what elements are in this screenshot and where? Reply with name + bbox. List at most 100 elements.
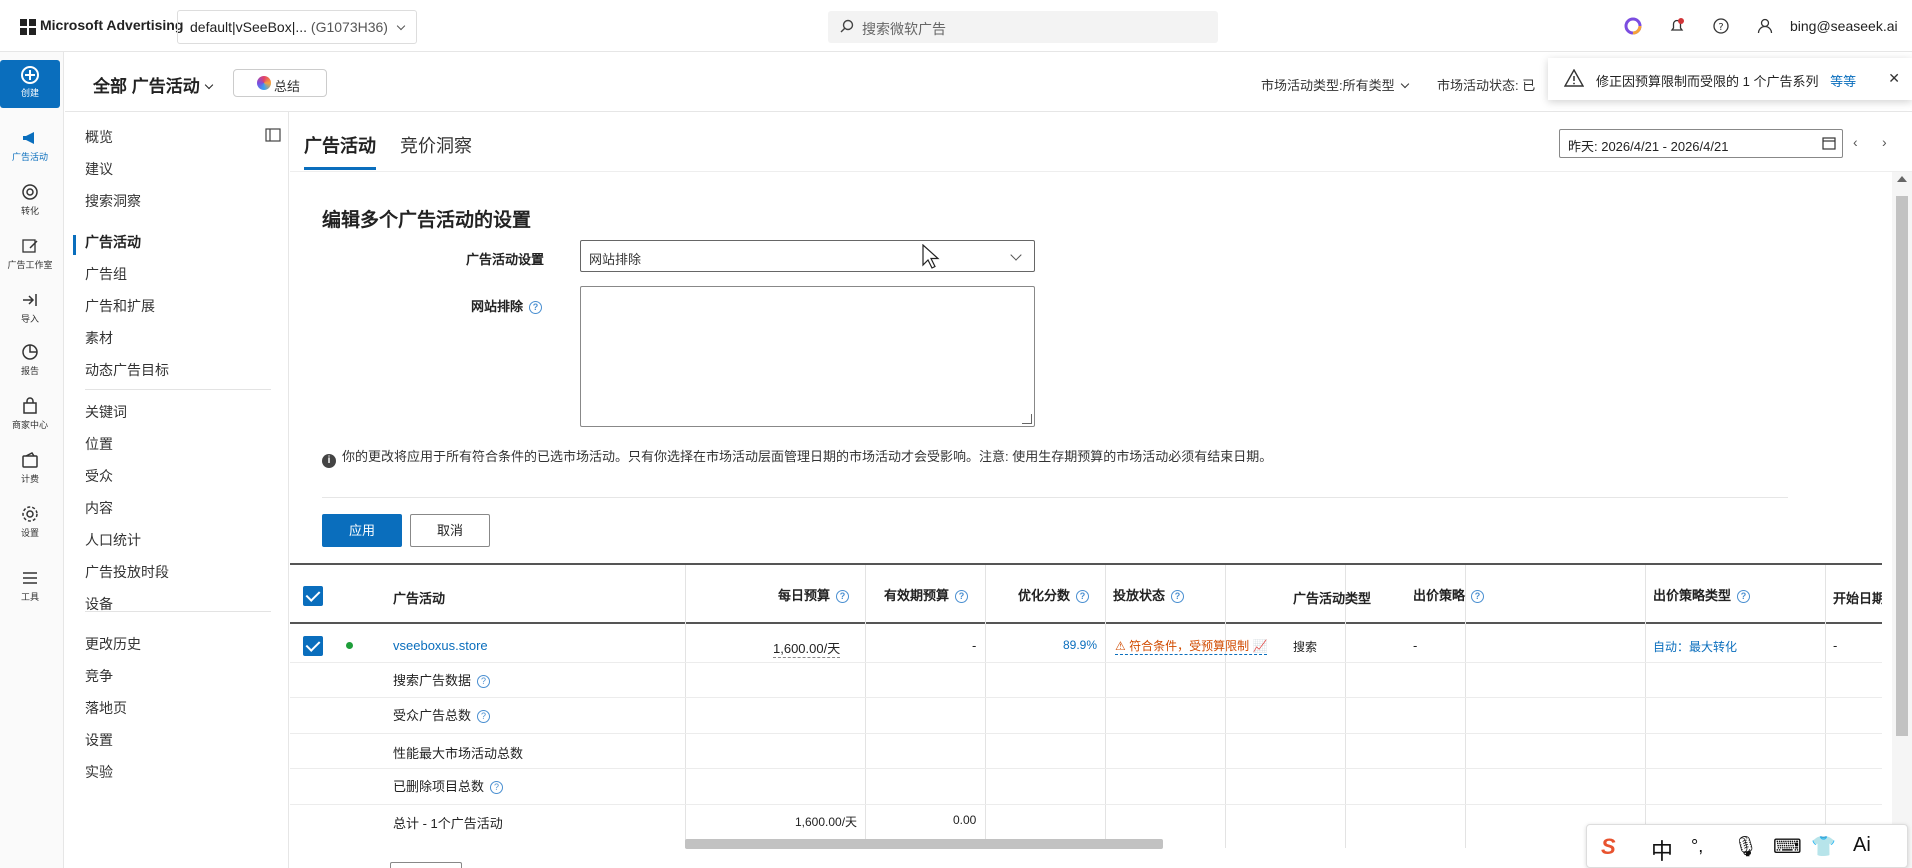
sidebar-item[interactable]: 实验 xyxy=(85,762,113,782)
header-start-date[interactable]: 开始日期 xyxy=(1833,588,1882,607)
microphone-icon[interactable]: 🎙 xyxy=(1733,834,1758,859)
site-exclusion-textarea[interactable] xyxy=(580,286,1035,427)
sidebar-item[interactable]: 动态广告目标 xyxy=(85,360,169,380)
skin-icon[interactable]: 👕 xyxy=(1811,834,1836,859)
daily-budget-value[interactable]: 1,600.00/天 xyxy=(773,638,841,658)
sidebar-item[interactable]: 广告组 xyxy=(85,264,127,284)
campaign-type-filter[interactable]: 市场活动类型:所有类型 xyxy=(1261,75,1410,94)
scope-selector[interactable]: 全部 广告活动 xyxy=(93,72,213,97)
help-icon[interactable]: ? xyxy=(1076,590,1090,604)
ime-ai[interactable]: Ai xyxy=(1853,834,1871,857)
rail-item-billing[interactable]: 计费 xyxy=(0,450,60,485)
header-delivery-status[interactable]: 投放状态? xyxy=(1113,585,1185,604)
user-icon[interactable] xyxy=(1755,16,1775,36)
rail-item-tools[interactable]: 工具 xyxy=(0,568,60,603)
rail-item-ad-studio[interactable]: 广告工作室 xyxy=(0,236,60,271)
horizontal-scrollbar[interactable] xyxy=(685,839,1163,849)
bell-icon[interactable] xyxy=(1667,16,1687,36)
help-icon[interactable]: ? xyxy=(1711,16,1731,36)
summary-button[interactable]: 总结 xyxy=(233,69,327,97)
ime-punctuation[interactable]: °, xyxy=(1691,836,1703,857)
tab-auction-insights[interactable]: 竞价洞察 xyxy=(400,132,472,158)
select-all-checkbox[interactable] xyxy=(303,586,323,606)
row-checkbox[interactable] xyxy=(303,636,323,656)
sidebar-item[interactable]: 受众 xyxy=(85,466,113,486)
header-bid-strategy[interactable]: 出价策略? xyxy=(1413,585,1485,604)
campaign-name-link[interactable]: vseeboxus.store xyxy=(393,638,488,653)
rail-item-reports[interactable]: 报告 xyxy=(0,342,60,377)
row-divider xyxy=(290,662,1882,663)
sidebar-item[interactable]: 人口统计 xyxy=(85,530,141,550)
scroll-up-icon[interactable] xyxy=(1897,176,1907,182)
partial-button[interactable] xyxy=(390,862,462,868)
help-icon[interactable]: ? xyxy=(955,590,969,604)
header-campaign-type[interactable]: 广告活动类型 xyxy=(1293,588,1371,607)
sidebar-item[interactable]: 广告活动 xyxy=(85,232,141,252)
chevron-right-icon[interactable]: › xyxy=(1882,134,1887,150)
tab-campaigns[interactable]: 广告活动 xyxy=(304,132,376,158)
sidebar-item[interactable]: 素材 xyxy=(85,328,113,348)
keyboard-icon[interactable]: ⌨ xyxy=(1773,834,1802,859)
budget-notification: 修正因预算限制而受限的 1 个广告系列 等等 ✕ xyxy=(1548,58,1912,100)
close-icon[interactable]: ✕ xyxy=(1888,70,1900,87)
help-icon[interactable]: ? xyxy=(529,301,543,315)
rail-item-merchant-center[interactable]: 商家中心 xyxy=(0,396,60,431)
edit-icon xyxy=(22,239,38,253)
collapse-panel-icon[interactable] xyxy=(265,128,281,142)
bid-strategy-type-value[interactable]: 自动：最大转化 xyxy=(1653,638,1737,655)
apply-button[interactable]: 应用 xyxy=(322,514,402,547)
header-campaign[interactable]: 广告活动 xyxy=(393,588,445,607)
copilot-icon[interactable] xyxy=(1623,16,1643,36)
vertical-scrollbar-thumb[interactable] xyxy=(1896,196,1908,736)
help-icon[interactable]: ? xyxy=(1737,590,1751,604)
help-icon[interactable]: ? xyxy=(477,675,491,689)
account-name: default|vSeeBox|... xyxy=(190,19,308,35)
sogou-logo-icon[interactable]: S xyxy=(1601,834,1616,860)
resize-handle-icon[interactable] xyxy=(1022,414,1032,424)
help-icon[interactable]: ? xyxy=(490,781,504,795)
header-daily-budget[interactable]: 每日预算? xyxy=(778,585,850,604)
sidebar-item[interactable]: 建议 xyxy=(85,159,113,179)
sidebar-item[interactable]: 设置 xyxy=(85,730,113,750)
create-button[interactable]: 创建 xyxy=(0,60,60,108)
date-range-picker[interactable]: 昨天: 2026/4/21 - 2026/4/21 xyxy=(1559,129,1843,158)
search-placeholder: 搜索微软广告 xyxy=(862,21,946,37)
sidebar-item[interactable]: 广告和扩展 xyxy=(85,296,155,316)
header-bid-strategy-type[interactable]: 出价策略类型? xyxy=(1653,585,1751,604)
pie-chart-icon xyxy=(22,344,38,360)
rail-item-import[interactable]: 导入 xyxy=(0,290,60,325)
chevron-left-icon[interactable]: ‹ xyxy=(1853,134,1858,150)
sidebar-item[interactable]: 搜索洞察 xyxy=(85,191,141,211)
sidebar-item[interactable]: 竞争 xyxy=(85,666,113,686)
help-icon[interactable]: ? xyxy=(1171,590,1185,604)
sidebar-item[interactable]: 概览 xyxy=(85,127,113,147)
sidebar-item[interactable]: 关键词 xyxy=(85,402,127,422)
sidebar-item[interactable]: 内容 xyxy=(85,498,113,518)
total-lifetime-budget: 0.00 xyxy=(953,813,977,827)
header-lifetime-budget[interactable]: 有效期预算? xyxy=(884,585,969,604)
campaign-status-filter[interactable]: 市场活动状态: 已 xyxy=(1437,75,1535,94)
search-input[interactable]: 搜索微软广告 xyxy=(828,11,1218,43)
sidebar-item[interactable]: 落地页 xyxy=(85,698,127,718)
delivery-status-value[interactable]: ⚠ 符合条件，受预算限制 📈 xyxy=(1115,637,1268,655)
help-icon[interactable]: ? xyxy=(1471,590,1485,604)
rail-item-campaigns[interactable]: 广告活动 xyxy=(0,128,60,163)
help-icon[interactable]: ? xyxy=(477,710,491,724)
brand-name[interactable]: Microsoft Advertising xyxy=(40,17,183,33)
optimization-score-value[interactable]: 89.9% xyxy=(1063,638,1097,652)
campaign-setting-select[interactable]: 网站排除 xyxy=(580,240,1035,272)
sidebar-item[interactable]: 位置 xyxy=(85,434,113,454)
top-bar: Microsoft Advertising default|vSeeBox|..… xyxy=(0,0,1912,52)
header-optimization-score[interactable]: 优化分数? xyxy=(1018,585,1090,604)
help-icon[interactable]: ? xyxy=(836,590,850,604)
rail-item-conversions[interactable]: 转化 xyxy=(0,182,60,217)
notification-link[interactable]: 等等 xyxy=(1830,74,1856,89)
cancel-button[interactable]: 取消 xyxy=(410,514,490,547)
sidebar-item[interactable]: 广告投放时段 xyxy=(85,562,169,582)
ime-chinese-mode[interactable]: 中 xyxy=(1651,834,1673,866)
sidebar-item[interactable]: 更改历史 xyxy=(85,634,141,654)
user-email[interactable]: bing@seaseek.ai xyxy=(1790,18,1898,34)
account-selector[interactable]: default|vSeeBox|... (G1073H36) xyxy=(177,10,417,44)
summary-row-audience-ads: 受众广告总数? xyxy=(393,705,491,724)
rail-item-settings[interactable]: 设置 xyxy=(0,504,60,539)
